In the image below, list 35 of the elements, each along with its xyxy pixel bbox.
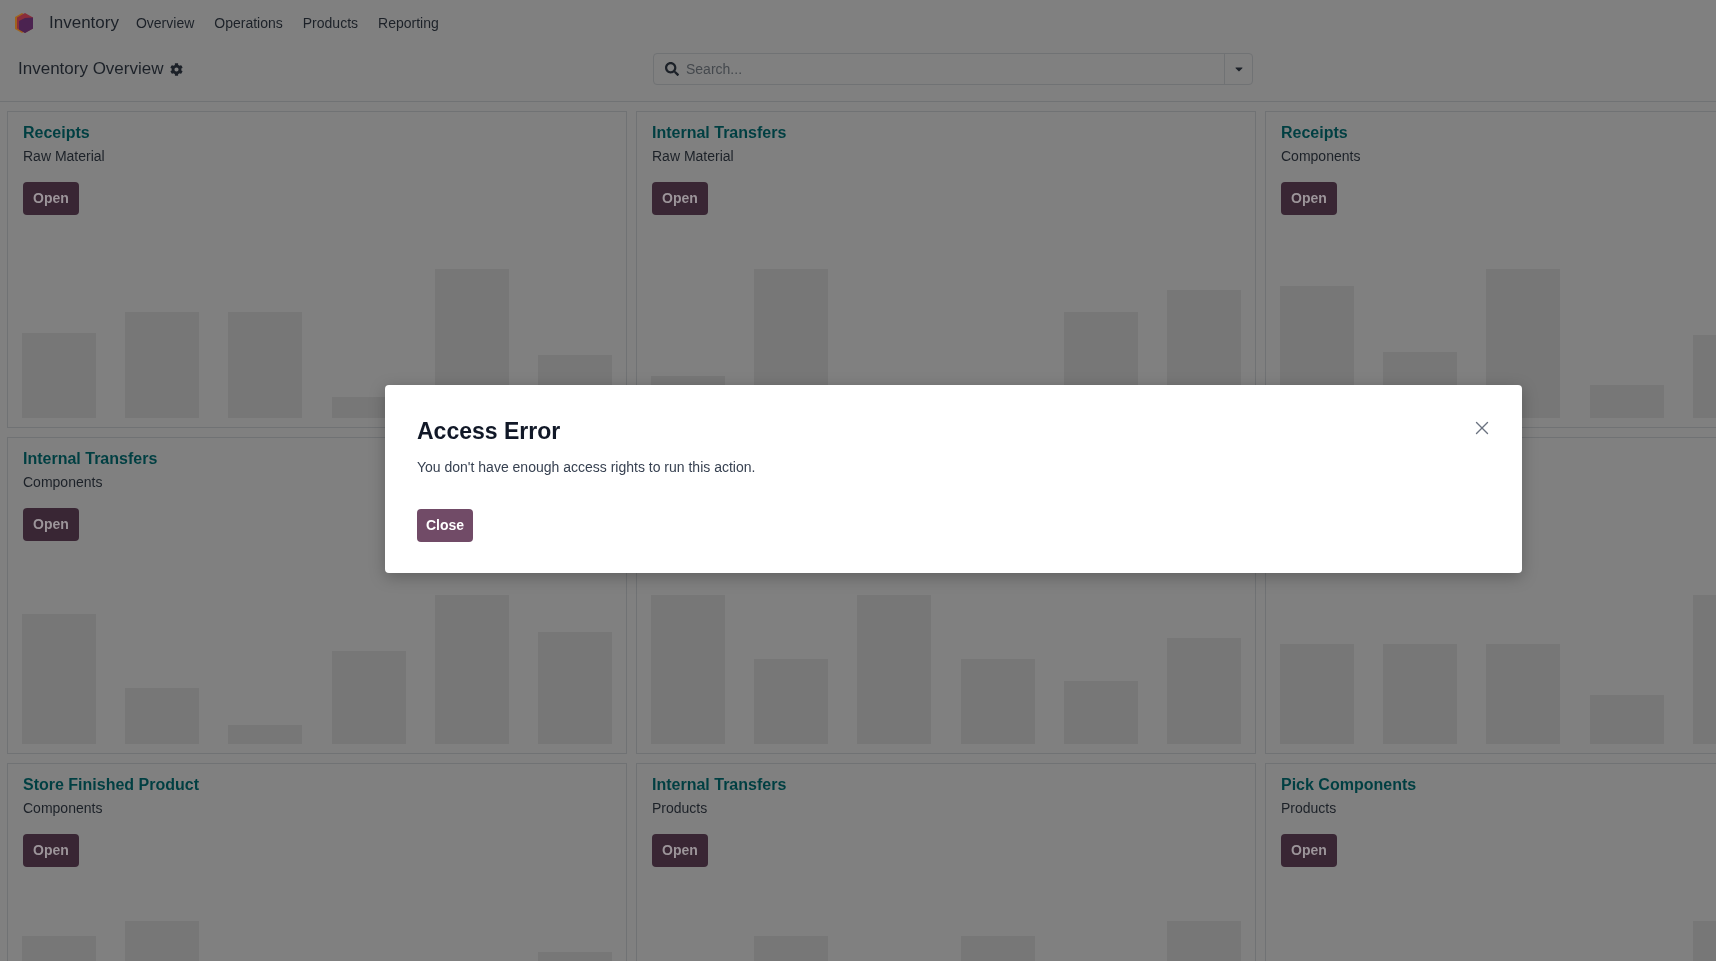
card-title[interactable]: Receipts: [1281, 121, 1348, 145]
card-title[interactable]: Receipts: [23, 121, 90, 145]
card-subtitle: Raw Material: [652, 147, 734, 166]
open-button[interactable]: Open: [1281, 834, 1337, 867]
close-button[interactable]: Close: [417, 509, 474, 542]
app-name[interactable]: Inventory: [49, 9, 119, 36]
menu-item[interactable]: Operations: [204, 12, 293, 33]
open-button[interactable]: Open: [652, 834, 708, 867]
menu-item[interactable]: Overview: [125, 12, 205, 33]
card-subtitle: Products: [652, 799, 708, 818]
card-subtitle: Products: [1281, 799, 1337, 818]
card-subtitle: Components: [23, 799, 103, 818]
menu-item[interactable]: Reporting: [368, 12, 449, 33]
open-button[interactable]: Open: [23, 182, 79, 215]
card-subtitle: Raw Material: [23, 147, 105, 166]
card-title[interactable]: Pick Components: [1281, 773, 1417, 797]
search-field[interactable]: Search...: [653, 53, 1253, 85]
page-title: Inventory Overview: [18, 58, 164, 80]
dialog-message: You don't have enough access rights to run this action.: [417, 458, 756, 477]
menu-item[interactable]: Products: [292, 12, 369, 33]
card-subtitle: Components: [1281, 147, 1361, 166]
dialog-title: Access Error: [417, 417, 561, 446]
open-button[interactable]: Open: [652, 182, 708, 215]
open-button[interactable]: Open: [23, 834, 79, 867]
card-subtitle: Components: [23, 473, 103, 492]
open-button[interactable]: Open: [23, 508, 79, 541]
settings-icon[interactable]: [169, 62, 183, 76]
card-title[interactable]: Internal Transfers: [652, 121, 787, 145]
card-title[interactable]: Internal Transfers: [23, 447, 158, 471]
card-title[interactable]: Store Finished Product: [23, 773, 199, 797]
search-icon: [665, 62, 679, 76]
card-title[interactable]: Internal Transfers: [652, 773, 787, 797]
hexagon-logo-icon[interactable]: [14, 11, 34, 34]
search-input[interactable]: Search...: [686, 54, 1224, 84]
open-button[interactable]: Open: [1281, 182, 1337, 215]
